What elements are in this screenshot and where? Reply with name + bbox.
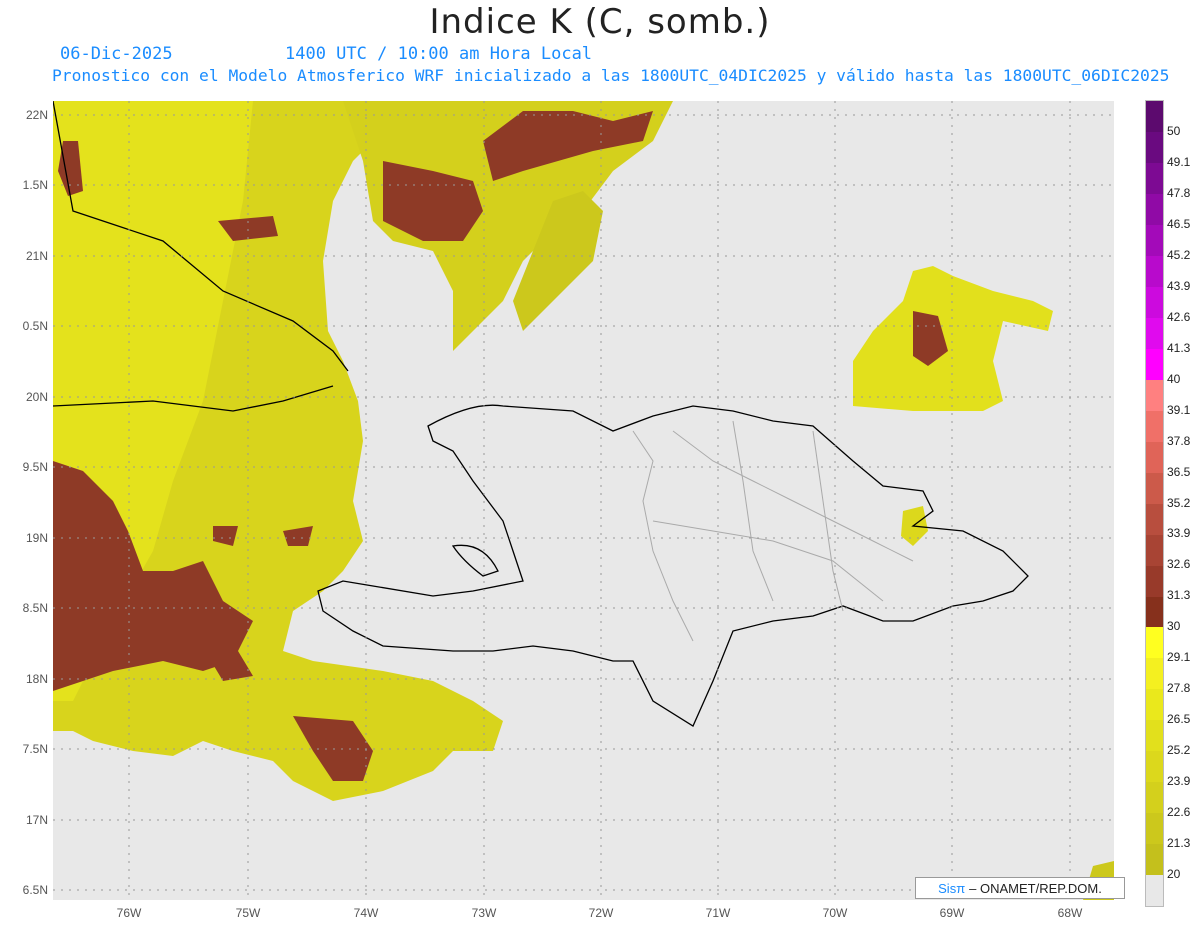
colorbar-swatch (1146, 472, 1163, 504)
colorbar-label: 36.5 (1167, 464, 1191, 479)
colorbar-swatch (1146, 720, 1163, 752)
colorbar-label: 32.6 (1167, 557, 1191, 572)
colorbar-swatch (1146, 813, 1163, 845)
colorbar-swatch (1146, 410, 1163, 442)
watermark-text: – ONAMET/REP.DOM. (969, 880, 1102, 896)
colorbar-label: 46.5 (1167, 216, 1191, 231)
colorbar-label: 45.2 (1167, 247, 1191, 262)
colorbar-swatch (1146, 658, 1163, 690)
colorbar-swatch (1146, 844, 1163, 876)
colorbar-swatch (1146, 131, 1163, 163)
lat-label: 21N (25, 249, 48, 263)
colorbar-label: 27.8 (1167, 681, 1191, 696)
colorbar-swatch (1146, 348, 1163, 380)
forecast-date: 06-Dic-2025 (60, 44, 173, 64)
colorbar-swatch (1146, 441, 1163, 473)
lat-label: 19N (25, 531, 48, 545)
lat-label: 8.5N (22, 601, 48, 615)
colorbar-label: 37.8 (1167, 433, 1191, 448)
colorbar-swatch (1146, 751, 1163, 783)
colorbar-swatch (1146, 101, 1163, 132)
lat-label: 7.5N (22, 742, 48, 756)
colorbar-label: 40 (1167, 371, 1181, 386)
colorbar-label: 26.5 (1167, 712, 1191, 727)
colorbar-label: 29.1 (1167, 650, 1191, 665)
colorbar-label: 21.3 (1167, 836, 1191, 851)
colorbar-swatch (1146, 534, 1163, 566)
colorbar-label: 30 (1167, 619, 1181, 634)
colorbar-swatch (1146, 317, 1163, 349)
colorbar-swatch (1146, 379, 1163, 411)
colorbar-swatch (1146, 627, 1163, 659)
lon-label: 69W (939, 906, 965, 920)
colorbar-swatch (1146, 596, 1163, 628)
colorbar-swatch (1146, 286, 1163, 318)
colorbar-swatch (1146, 162, 1163, 194)
colorbar-swatch (1146, 565, 1163, 597)
lat-label: 18N (25, 672, 48, 686)
lon-label: 74W (353, 906, 379, 920)
colorbar-label: 43.9 (1167, 278, 1191, 293)
forecast-time: 1400 UTC / 10:00 am Hora Local (285, 44, 593, 64)
colorbar-swatch (1146, 875, 1163, 907)
colorbar-label: 33.9 (1167, 526, 1191, 541)
lat-label: 0.5N (22, 319, 48, 333)
map-title: Indice K (C, somb.) (429, 2, 771, 42)
colorbar-label: 23.9 (1167, 774, 1191, 789)
model-description: Pronostico con el Modelo Atmosferico WRF… (52, 66, 1170, 85)
lat-label: 20N (25, 390, 48, 404)
lat-label: 1.5N (22, 178, 48, 192)
colorbar-swatch (1146, 689, 1163, 721)
colorbar-swatch (1146, 255, 1163, 287)
watermark: Sisπ – ONAMET/REP.DOM. (915, 877, 1125, 899)
colorbar-label: 22.6 (1167, 805, 1191, 820)
colorbar-label: 49.1 (1167, 154, 1191, 169)
colorbar-swatch (1146, 503, 1163, 535)
lon-label: 71W (705, 906, 731, 920)
colorbar-label: 20 (1167, 867, 1181, 882)
colorbar-label: 41.3 (1167, 340, 1191, 355)
lat-label: 22N (25, 108, 48, 122)
colorbar-label: 50 (1167, 123, 1181, 138)
lon-label: 76W (116, 906, 142, 920)
colorbar (1145, 100, 1164, 907)
lon-label: 75W (235, 906, 261, 920)
colorbar-swatch (1146, 224, 1163, 256)
colorbar-swatch (1146, 782, 1163, 814)
lat-label: 17N (25, 813, 48, 827)
lon-label: 68W (1057, 906, 1083, 920)
lat-label: 9.5N (22, 460, 48, 474)
watermark-brand: Sisπ (938, 880, 966, 896)
lon-label: 70W (822, 906, 848, 920)
colorbar-label: 47.8 (1167, 185, 1191, 200)
colorbar-label: 25.2 (1167, 743, 1191, 758)
colorbar-swatch (1146, 193, 1163, 225)
k-index-map (53, 101, 1114, 900)
lon-label: 72W (588, 906, 614, 920)
colorbar-label: 42.6 (1167, 309, 1191, 324)
colorbar-label: 39.1 (1167, 402, 1191, 417)
colorbar-label: 31.3 (1167, 588, 1191, 603)
colorbar-label: 35.2 (1167, 495, 1191, 510)
lat-label: 6.5N (22, 883, 48, 897)
lon-label: 73W (471, 906, 497, 920)
